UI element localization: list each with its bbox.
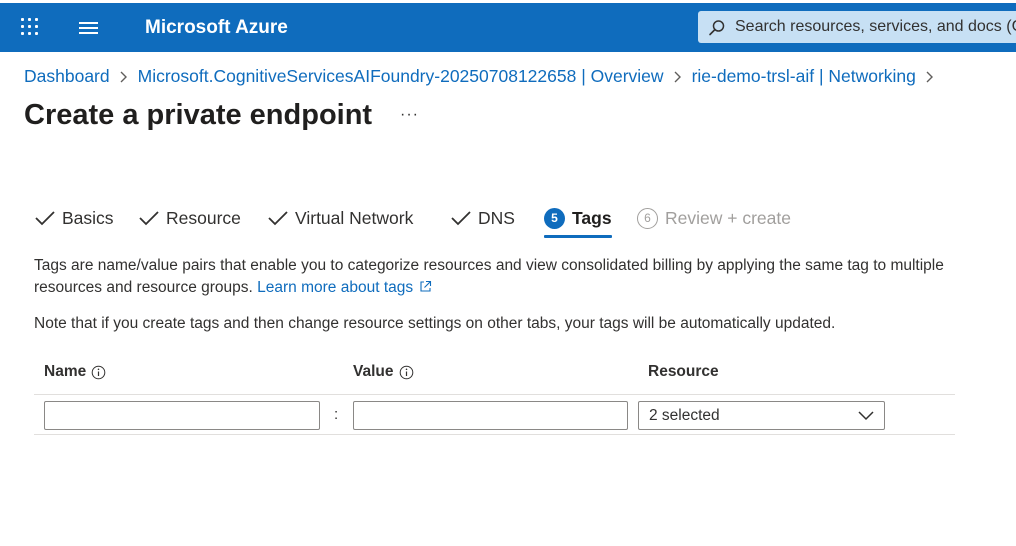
- column-header-resource: Resource: [648, 363, 719, 380]
- app-launcher-icon[interactable]: [21, 18, 39, 36]
- search-icon: [709, 20, 725, 36]
- chevron-down-icon: [858, 411, 874, 421]
- column-header-value: Value: [353, 363, 414, 381]
- tags-description: Tags are name/value pairs that enable yo…: [34, 255, 964, 299]
- checkmark-icon: [451, 211, 471, 226]
- tab-label: DNS: [478, 207, 515, 228]
- checkmark-icon: [139, 211, 159, 226]
- chevron-right-icon: [110, 66, 138, 87]
- step-number-badge: 5: [544, 207, 565, 229]
- info-icon[interactable]: [91, 365, 106, 380]
- tag-name-input[interactable]: [44, 401, 320, 430]
- tab-label: Review + create: [665, 207, 791, 228]
- tab-virtual-network[interactable]: Virtual Network: [267, 200, 413, 236]
- table-divider: [34, 434, 955, 435]
- top-bar: Microsoft Azure Search resources, servic…: [0, 3, 1016, 52]
- breadcrumb: Dashboard Microsoft.CognitiveServicesAIF…: [24, 64, 944, 88]
- step-number-badge: 6: [637, 207, 658, 229]
- external-link-icon: [420, 280, 432, 292]
- breadcrumb-networking[interactable]: rie-demo-trsl-aif | Networking: [692, 66, 916, 87]
- tab-label: Basics: [62, 207, 114, 228]
- table-divider: [34, 394, 955, 395]
- tab-resource[interactable]: Resource: [138, 200, 241, 236]
- learn-more-tags-link[interactable]: Learn more about tags: [257, 279, 432, 296]
- breadcrumb-dashboard[interactable]: Dashboard: [24, 66, 110, 87]
- search-input[interactable]: Search resources, services, and docs (G+…: [735, 18, 1016, 36]
- tab-label: Resource: [166, 207, 241, 228]
- tab-basics[interactable]: Basics: [34, 200, 114, 236]
- checkmark-icon: [35, 211, 55, 226]
- chevron-right-icon: [664, 66, 692, 87]
- checkmark-icon: [268, 211, 288, 226]
- chevron-right-icon: [916, 66, 944, 87]
- breadcrumb-aifoundry-overview[interactable]: Microsoft.CognitiveServicesAIFoundry-202…: [138, 66, 664, 87]
- column-header-name: Name: [44, 363, 106, 381]
- more-actions-icon[interactable]: ···: [400, 106, 419, 124]
- resource-selected-value: 2 selected: [649, 407, 720, 424]
- tags-note: Note that if you create tags and then ch…: [34, 315, 836, 332]
- tab-tags[interactable]: 5 Tags: [544, 200, 612, 238]
- active-tab-underline: [544, 235, 612, 238]
- search-box[interactable]: Search resources, services, and docs (G+…: [698, 11, 1016, 43]
- info-icon[interactable]: [399, 365, 414, 380]
- tab-label: Tags: [572, 207, 612, 228]
- tag-value-input[interactable]: [353, 401, 628, 430]
- name-value-separator: :: [334, 406, 339, 423]
- resource-dropdown[interactable]: 2 selected: [638, 401, 885, 430]
- menu-icon[interactable]: [79, 20, 99, 36]
- tab-label: Virtual Network: [295, 207, 414, 228]
- tab-dns[interactable]: DNS: [450, 200, 515, 236]
- page-title: Create a private endpoint: [24, 99, 373, 131]
- brand-title[interactable]: Microsoft Azure: [145, 17, 288, 39]
- description-text: Tags are name/value pairs that enable yo…: [34, 257, 944, 296]
- tab-review-create[interactable]: 6 Review + create: [637, 200, 791, 236]
